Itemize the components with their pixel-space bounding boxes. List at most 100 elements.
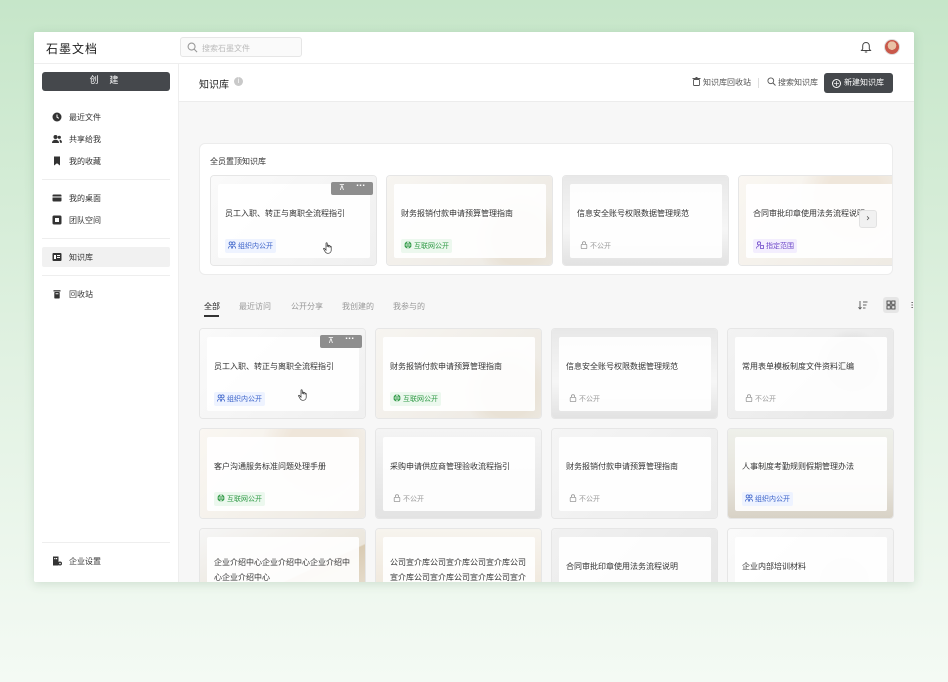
card-title: 员工入职、转正与离职全流程指引	[214, 362, 334, 371]
sidebar-item-favorites[interactable]: 我的收藏	[42, 151, 170, 171]
visibility-badge: 组织内公开	[214, 392, 265, 406]
card-title: 企业介绍中心企业介绍中心企业介绍中心企业介绍中心	[214, 558, 350, 582]
library-card[interactable]: 人事制度考勤规则假期管理办法 组织内公开	[727, 428, 894, 519]
sidebar-item-team[interactable]: 团队空间	[42, 210, 170, 230]
search-library-label: 搜索知识库	[778, 78, 818, 87]
list-view-button[interactable]	[908, 297, 914, 313]
card-title: 采购申请供应商管理验收流程指引	[390, 462, 510, 471]
library-card[interactable]: 客户沟通服务标准问题处理手册互联网公开	[199, 428, 366, 519]
library-card[interactable]: 员工入职、转正与离职全流程指引 组织内公开 ⊼ ···	[210, 175, 377, 266]
card-title: 合同审批印章使用法务流程说明	[566, 562, 678, 571]
sidebar-item-label: 最近文件	[69, 113, 101, 122]
carousel-next-button[interactable]: ›	[859, 210, 877, 228]
card-title: 常用表单模板制度文件资料汇编	[742, 362, 854, 371]
visibility-badge: 组织内公开	[742, 492, 793, 506]
sort-icon	[858, 301, 868, 310]
search-icon	[767, 77, 776, 86]
visibility-badge: 互联网公开	[401, 239, 452, 253]
sidebar-item-label: 共享给我	[69, 135, 101, 144]
library-card[interactable]: 采购申请供应商管理验收流程指引不公开	[375, 428, 542, 519]
library-card[interactable]: 财务报销付款申请预算管理指南 互联网公开	[386, 175, 553, 266]
brand-logo[interactable]: 石墨文档	[46, 40, 98, 57]
sidebar-item-recent[interactable]: 最近文件	[42, 107, 170, 127]
visibility-label: 互联网公开	[227, 495, 262, 503]
divider	[758, 78, 759, 88]
card-title: 公司宣介库公司宣介库公司宣介库公司宣介库公司宣介库公司宣介库公司宣介库	[390, 558, 526, 582]
grid-view-button[interactable]	[883, 297, 899, 313]
visibility-label: 组织内公开	[755, 495, 790, 503]
visibility-label: 不公开	[403, 495, 424, 503]
org-icon	[745, 494, 753, 502]
globe-icon	[217, 494, 225, 502]
library-card[interactable]: 合同审批印章使用法务流程说明指定范围	[551, 528, 718, 582]
tab-public[interactable]: 公开分享	[291, 301, 323, 312]
org-icon	[217, 394, 225, 402]
library-card[interactable]: 财务报销付款申请预算管理指南 不公开	[551, 428, 718, 519]
library-recycle-button[interactable]: 知识库回收站	[692, 77, 751, 88]
sidebar-item-enterprise-settings[interactable]: 企业设置	[42, 551, 170, 571]
create-button[interactable]: 创 建	[42, 72, 170, 91]
divider	[42, 238, 170, 239]
tab-joined[interactable]: 我参与的	[393, 301, 425, 312]
card-title: 财务报销付款申请预算管理指南	[390, 362, 502, 371]
sidebar-item-shared[interactable]: 共享给我	[42, 129, 170, 149]
visibility-badge: 不公开	[566, 492, 603, 506]
sidebar-item-trash[interactable]: 回收站	[42, 284, 170, 304]
visibility-label: 互联网公开	[414, 242, 449, 250]
more-icon[interactable]: ···	[356, 180, 365, 192]
pin-icon[interactable]: ⊼	[328, 335, 334, 347]
visibility-badge: 指定范围	[753, 239, 797, 253]
tab-created[interactable]: 我创建的	[342, 301, 374, 312]
visibility-badge: 互联网公开	[390, 392, 441, 406]
sidebar-item-library[interactable]: 知识库	[42, 247, 170, 267]
divider	[42, 179, 170, 180]
sidebar-item-label: 我的收藏	[69, 157, 101, 166]
search-icon	[187, 42, 198, 53]
library-card[interactable]: 常用表单模板制度文件资料汇编 不公开	[727, 328, 894, 419]
active-tab-indicator	[204, 315, 219, 317]
sidebar-item-label: 知识库	[69, 253, 93, 262]
lock-icon	[745, 394, 753, 402]
library-card[interactable]: 员工入职、转正与离职全流程指引组织内公开 ⊼ ···	[199, 328, 366, 419]
library-card[interactable]: 财务报销付款申请预算管理指南互联网公开	[375, 328, 542, 419]
visibility-badge: 互联网公开	[214, 492, 265, 506]
sidebar-item-desktop[interactable]: 我的桌面	[42, 188, 170, 208]
visibility-label: 不公开	[579, 495, 600, 503]
tab-recent[interactable]: 最近访问	[239, 301, 271, 312]
library-card[interactable]: 企业介绍中心企业介绍中心企业介绍中心企业介绍中心不公开	[199, 528, 366, 582]
sort-button[interactable]	[855, 297, 871, 313]
card-title: 信息安全账号权限数据管理规范	[577, 209, 689, 218]
top-bar: 石墨文档 搜索石墨文件	[34, 32, 914, 64]
bookmark-icon	[54, 156, 60, 166]
lock-icon	[580, 241, 588, 249]
visibility-label: 指定范围	[766, 242, 794, 250]
visibility-label: 不公开	[590, 242, 611, 250]
avatar[interactable]	[884, 39, 900, 55]
library-card[interactable]: 信息安全账号权限数据管理规范不公开	[562, 175, 729, 266]
search-library-button[interactable]: 搜索知识库	[767, 77, 818, 88]
hand-cursor-icon	[298, 389, 307, 401]
org-icon	[228, 241, 236, 249]
pin-icon[interactable]: ⊼	[339, 182, 345, 194]
trash-icon	[692, 77, 701, 86]
library-card[interactable]: 信息安全账号权限数据管理规范 不公开	[551, 328, 718, 419]
visibility-label: 组织内公开	[227, 395, 262, 403]
library-card[interactable]: 公司宣介库公司宣介库公司宣介库公司宣介库公司宣介库公司宣介库公司宣介库组织内公开	[375, 528, 542, 582]
new-library-label: 新建知识库	[844, 78, 884, 87]
more-icon[interactable]: ···	[345, 333, 354, 345]
visibility-label: 组织内公开	[238, 242, 273, 250]
card-title: 客户沟通服务标准问题处理手册	[214, 462, 326, 471]
card-toolbar: ⊼ ···	[331, 180, 373, 195]
building-settings-icon	[53, 556, 62, 566]
sidebar-item-label: 团队空间	[69, 216, 101, 225]
tab-all[interactable]: 全部	[204, 301, 220, 312]
search-input[interactable]: 搜索石墨文件	[180, 37, 302, 57]
new-library-button[interactable]: + 新建知识库	[824, 73, 893, 93]
library-recycle-label: 知识库回收站	[703, 78, 751, 87]
lock-icon	[569, 394, 577, 402]
card-toolbar: ⊼ ···	[320, 333, 362, 348]
visibility-badge: 组织内公开	[225, 239, 276, 253]
info-icon[interactable]: i	[234, 77, 243, 86]
library-card[interactable]: 企业内部培训材料互联网公开	[727, 528, 894, 582]
bell-icon[interactable]	[860, 41, 872, 54]
